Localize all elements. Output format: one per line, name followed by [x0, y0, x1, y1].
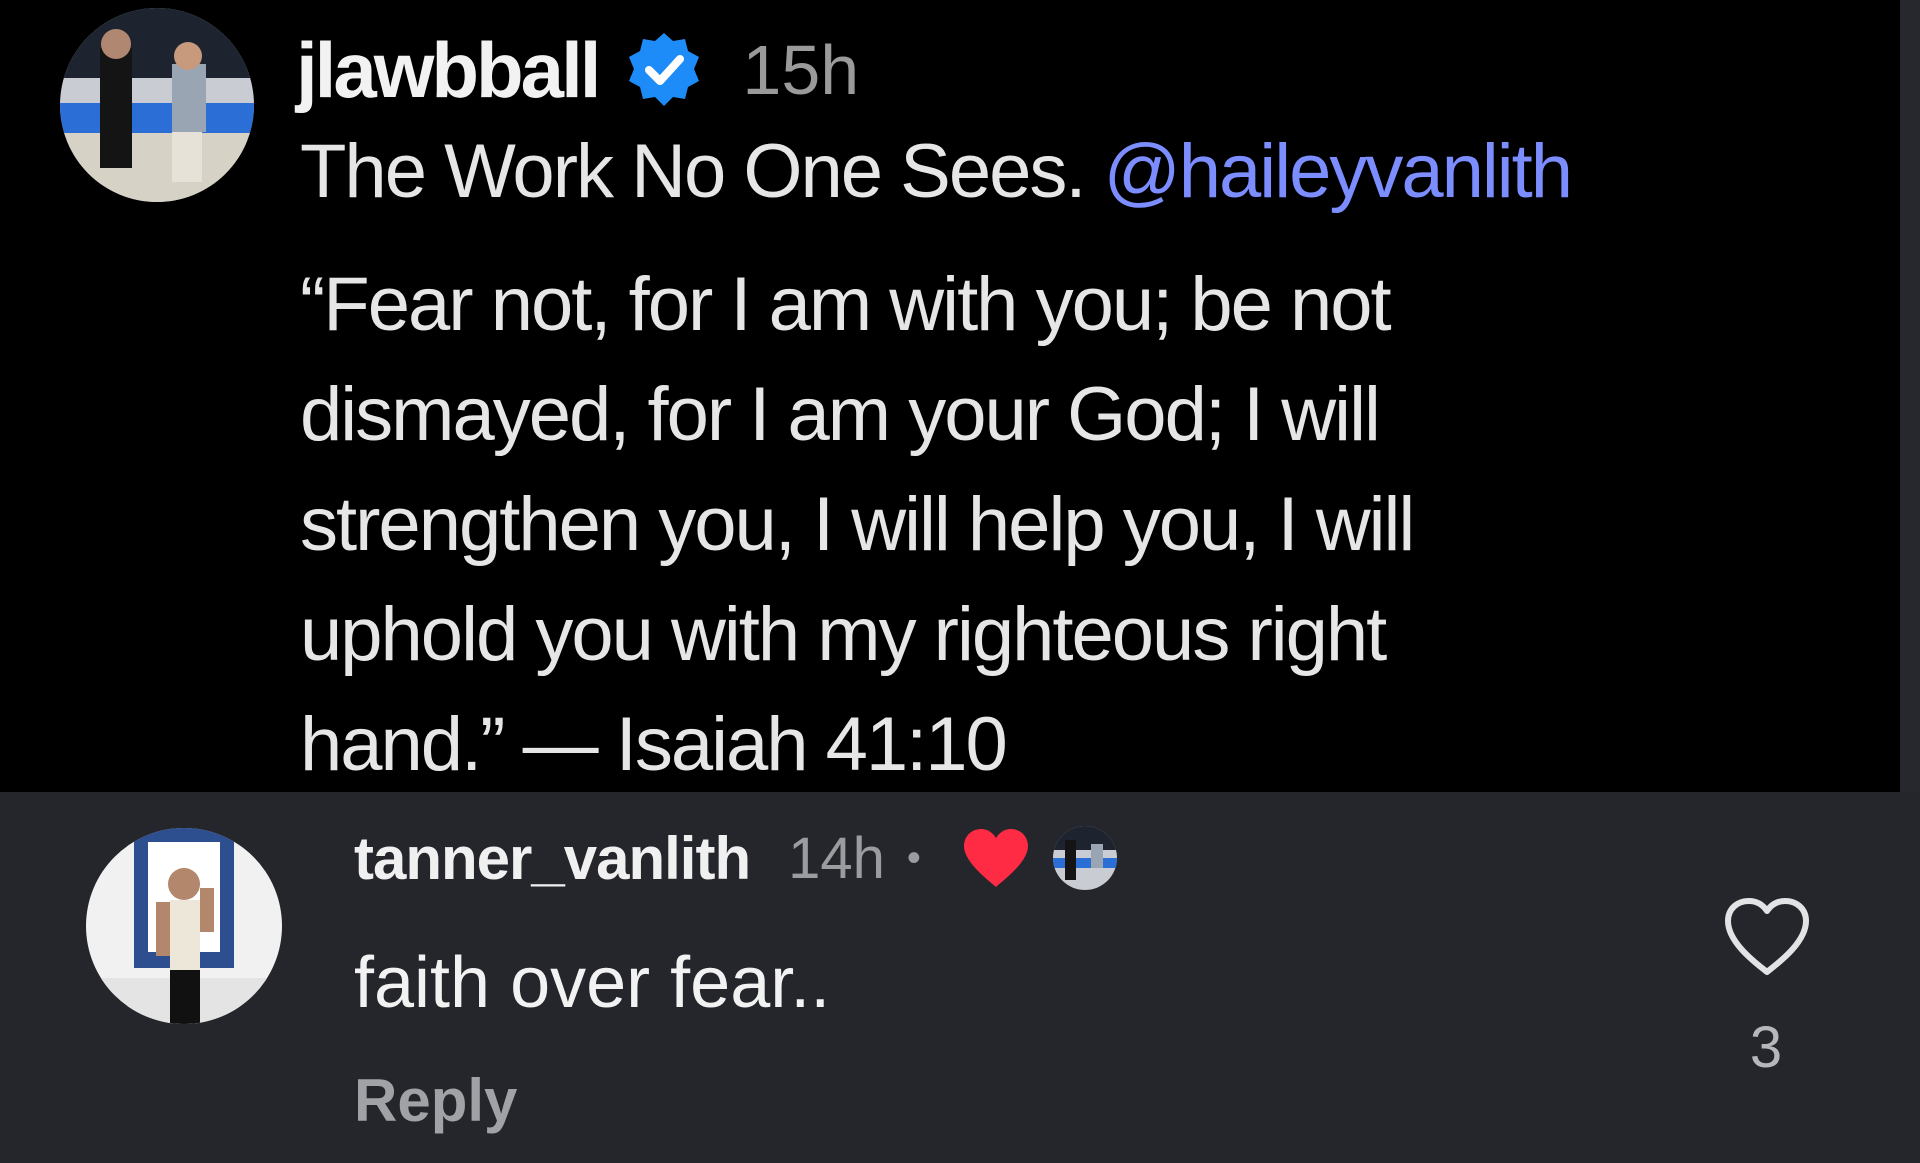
verified-badge-icon	[624, 30, 704, 110]
post-body-line: strengthen you, I will help you, I will	[300, 482, 1415, 567]
scroll-edge	[1900, 0, 1920, 792]
comment-text: faith over fear..	[354, 943, 831, 1023]
reply-button[interactable]: Reply	[354, 1066, 517, 1135]
like-count: 3	[1749, 1015, 1783, 1080]
mention-link[interactable]: @haileyvanlith	[1104, 129, 1573, 214]
red-heart-icon	[961, 827, 1031, 889]
post-caption: jlawbball 15h The Work No One Sees. @hai…	[0, 0, 1900, 792]
author-liked-avatar	[1052, 826, 1117, 890]
post-author-username[interactable]: jlawbball	[296, 25, 601, 116]
post-title: The Work No One Sees. @haileyvanlith	[300, 128, 1573, 215]
post-body-line: dismayed, for I am your God; I will	[300, 372, 1381, 457]
post-body-line: hand.” — Isaiah 41:10	[300, 702, 1008, 787]
commenter-avatar[interactable]	[86, 828, 282, 1024]
post-body-line: uphold you with my righteous right	[300, 592, 1387, 677]
post-title-text: The Work No One Sees.	[300, 129, 1086, 214]
post-header: jlawbball 15h	[296, 20, 859, 120]
separator-dot: •	[906, 835, 921, 880]
comment-header: tanner_vanlith 14h •	[354, 818, 1117, 898]
heart-outline-icon[interactable]	[1722, 896, 1812, 978]
commenter-username[interactable]: tanner_vanlith	[354, 824, 751, 893]
post-author-avatar[interactable]	[60, 8, 254, 202]
comment-timestamp: 14h	[788, 825, 885, 891]
post-body-line: “Fear not, for I am with you; be not	[300, 262, 1392, 347]
post-timestamp: 15h	[742, 31, 860, 109]
post-body: “Fear not, for I am with you; be not dis…	[300, 250, 1720, 800]
